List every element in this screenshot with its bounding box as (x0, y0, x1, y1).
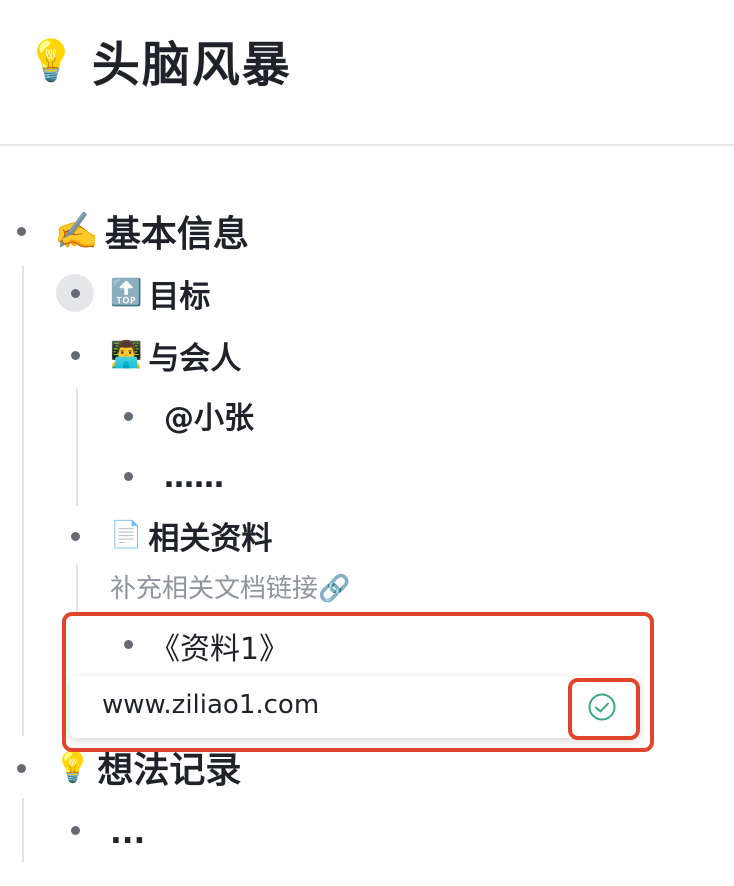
outline-guide-ideas (22, 798, 24, 862)
ellipsis-text: ... (110, 815, 146, 851)
writing-hand-icon: ✍️ (54, 211, 99, 252)
outline-bullet[interactable] (71, 289, 80, 298)
outline-item-basic-info[interactable]: ✍️ 基本信息 (54, 208, 249, 255)
outline-item-ellipsis[interactable]: …… (164, 456, 224, 498)
technologist-icon: 👨‍💻 (110, 340, 143, 370)
link-url-input[interactable]: www.ziliao1.com (102, 690, 319, 720)
page-icon: 📄 (110, 520, 143, 550)
ellipsis-text: …… (164, 459, 224, 495)
outline-guide-level-1 (22, 266, 24, 736)
outline-item-label: 与会人 (148, 340, 242, 377)
check-circle-icon[interactable] (587, 692, 617, 722)
light-bulb-icon: 💡 (54, 749, 92, 785)
page-title[interactable]: 💡 头脑风暴 (26, 20, 292, 100)
outline-bullet[interactable] (71, 826, 80, 835)
materials-hint-text[interactable]: 补充相关文档链接🔗 (110, 568, 350, 605)
outline-bullet[interactable] (17, 764, 26, 773)
outline-item-goal[interactable]: 🔝 目标 (110, 272, 211, 315)
outline-bullet[interactable] (124, 472, 133, 481)
outline-item-label: 基本信息 (104, 214, 249, 255)
outline-bullet[interactable] (71, 532, 80, 541)
outline-bullet[interactable] (71, 351, 80, 360)
outline-item-materials[interactable]: 📄 相关资料 (110, 514, 273, 557)
outline-bullet[interactable] (17, 227, 26, 236)
title-divider (0, 144, 734, 146)
light-bulb-icon: 💡 (26, 37, 78, 84)
document-page: 💡 头脑风暴 ✍️ 基本信息 🔝 目标 👨‍💻 与会人 @小张 …… 📄 相关资… (0, 0, 734, 886)
outline-guide-materials (76, 564, 78, 614)
outline-item-attendees[interactable]: 👨‍💻 与会人 (110, 334, 242, 377)
outline-item-label: 想法记录 (97, 750, 242, 791)
outline-item-ideas[interactable]: 💡 想法记录 (54, 744, 242, 792)
top-arrow-icon: 🔝 (110, 278, 143, 308)
outline-item-material-1[interactable]: 《资料1》 (150, 624, 289, 668)
outline-guide-attendees (76, 388, 78, 506)
mention-text: @小张 (164, 401, 254, 436)
outline-item-mention[interactable]: @小张 (164, 394, 254, 436)
outline-item-label: 目标 (148, 278, 211, 315)
link-editor-popup: www.ziliao1.com (70, 676, 640, 738)
outline-item-label: 相关资料 (148, 520, 273, 557)
outline-bullet[interactable] (124, 640, 133, 649)
outline-item-ideas-ellipsis[interactable]: ... (110, 812, 145, 854)
page-title-text: 头脑风暴 (91, 37, 292, 93)
outline-bullet[interactable] (124, 412, 133, 421)
